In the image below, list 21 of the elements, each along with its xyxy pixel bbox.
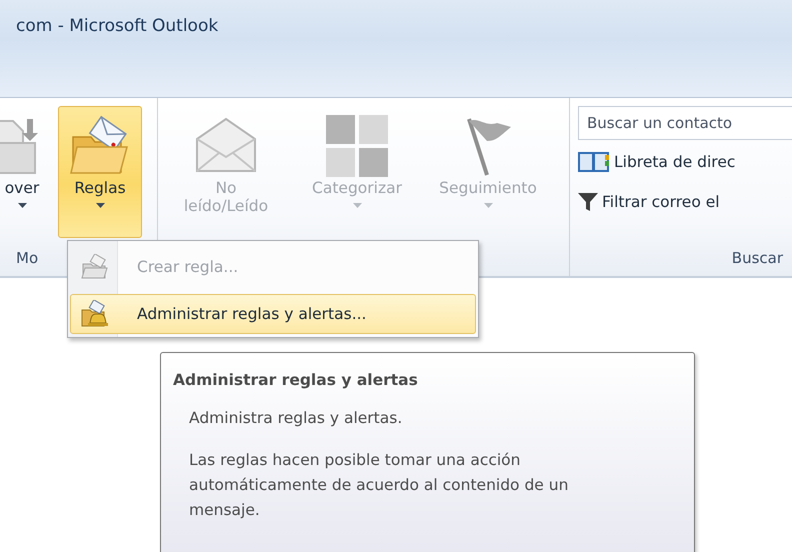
dropdown-arrow-icon bbox=[484, 203, 492, 208]
menu-item[interactable]: Administrar reglas y alertas... bbox=[70, 294, 476, 334]
addressbook-button[interactable]: Libreta de direc bbox=[578, 151, 736, 173]
dropdown-arrow-icon bbox=[96, 203, 104, 208]
folder-envelope-icon bbox=[81, 254, 109, 280]
folder-bell-icon bbox=[80, 300, 110, 328]
dropdown-arrow-icon bbox=[352, 203, 362, 208]
filter-icon bbox=[578, 192, 598, 212]
group-label: Mo bbox=[15, 248, 38, 269]
window-title: com - Microsoft Outlook bbox=[16, 16, 218, 36]
address-book-icon bbox=[578, 151, 610, 173]
tooltip-text: Administra reglas y alertas. bbox=[189, 408, 404, 429]
group-label: Buscar bbox=[732, 248, 784, 269]
move-button[interactable]: over bbox=[0, 106, 52, 238]
tooltip-title: Administrar reglas y alertas bbox=[173, 371, 419, 389]
filter-button[interactable]: Filtrar correo el bbox=[578, 192, 720, 212]
dropdown-arrow-icon bbox=[18, 203, 26, 208]
rules-button[interactable]: Reglas bbox=[58, 106, 142, 238]
search-field[interactable]: Buscar un contacto bbox=[578, 106, 792, 140]
grid-squares-icon bbox=[324, 113, 390, 179]
tooltip-text: Las reglas hacen posible tomar una acción automáticamente de acuerdo al contenido de un mensaje. bbox=[189, 450, 570, 521]
